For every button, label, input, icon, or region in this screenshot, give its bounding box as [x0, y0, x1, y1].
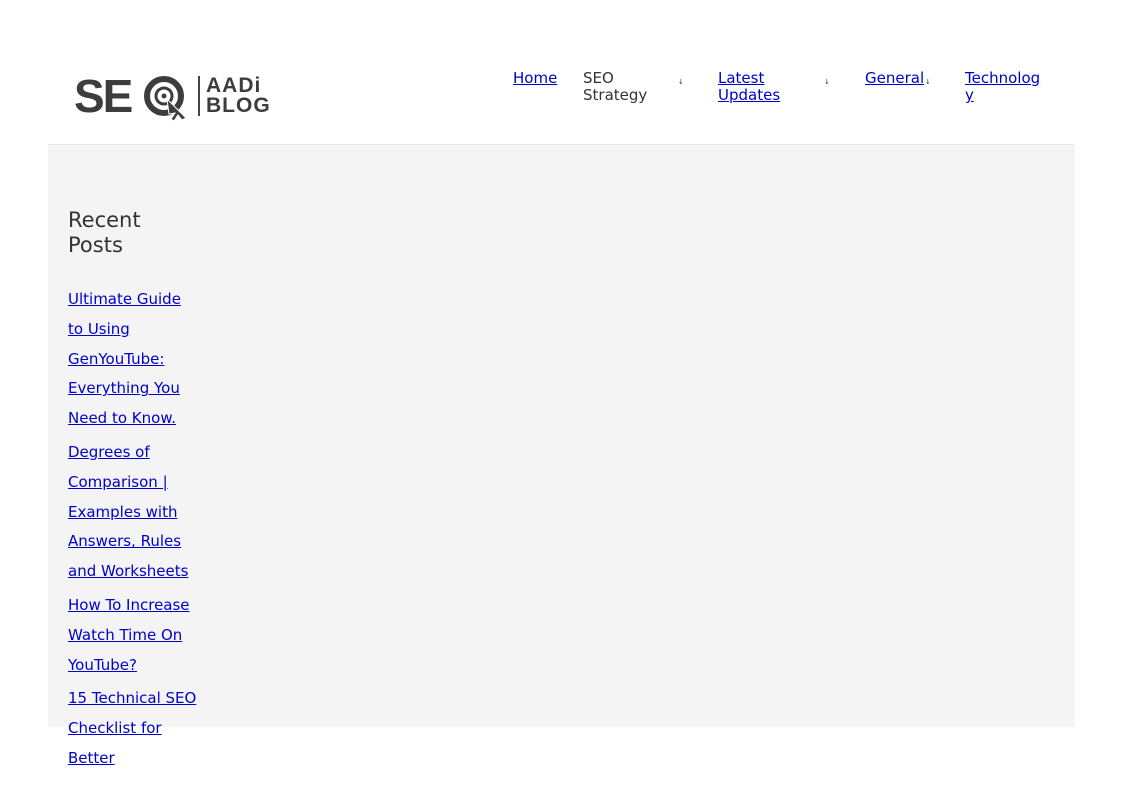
nav-label-seo-strategy[interactable]: SEO Strategy	[583, 69, 647, 104]
recent-post-item[interactable]: Ultimate Guide to Using GenYouTube: Ever…	[68, 285, 198, 434]
recent-post-link[interactable]: Ultimate Guide to Using GenYouTube: Ever…	[68, 290, 181, 427]
nav-item-general[interactable]: General	[865, 70, 924, 87]
nav-item-latest-updates[interactable]: Latest Updates	[718, 70, 798, 104]
chevron-down-icon[interactable]: ↓	[824, 78, 830, 86]
main-navigation: Home SEO Strategy ↓ Latest Updates ↓ Gen…	[48, 70, 1075, 110]
nav-label-latest-updates[interactable]: Latest Updates	[718, 69, 780, 104]
recent-posts-widget: Recent Posts Ultimate Guide to Using Gen…	[68, 208, 208, 778]
chevron-down-icon[interactable]: ↓	[925, 78, 931, 86]
recent-post-item[interactable]: How To Increase Watch Time On YouTube?	[68, 591, 198, 680]
recent-post-item[interactable]: 15 Technical SEO Checklist for Better	[68, 684, 198, 773]
chevron-down-icon[interactable]: ↓	[678, 78, 684, 86]
nav-item-seo-strategy[interactable]: SEO Strategy	[583, 70, 663, 104]
nav-label-technology[interactable]: Technology	[965, 69, 1040, 104]
recent-post-link[interactable]: Degrees of Comparison | Examples with An…	[68, 443, 188, 580]
recent-post-link[interactable]: How To Increase Watch Time On YouTube?	[68, 596, 190, 674]
recent-post-item[interactable]: Degrees of Comparison | Examples with An…	[68, 438, 198, 587]
nav-label-home[interactable]: Home	[513, 69, 557, 87]
nav-label-general[interactable]: General	[865, 69, 924, 87]
recent-post-link[interactable]: 15 Technical SEO Checklist for Better	[68, 689, 196, 767]
recent-posts-list: Ultimate Guide to Using GenYouTube: Ever…	[68, 285, 208, 774]
site-header: SE AADi BLOG Home SEO Strategy ↓ Latest …	[48, 0, 1075, 145]
nav-item-home[interactable]: Home	[513, 70, 557, 87]
widget-title: Recent Posts	[68, 208, 141, 257]
nav-item-technology[interactable]: Technology	[965, 70, 1043, 104]
